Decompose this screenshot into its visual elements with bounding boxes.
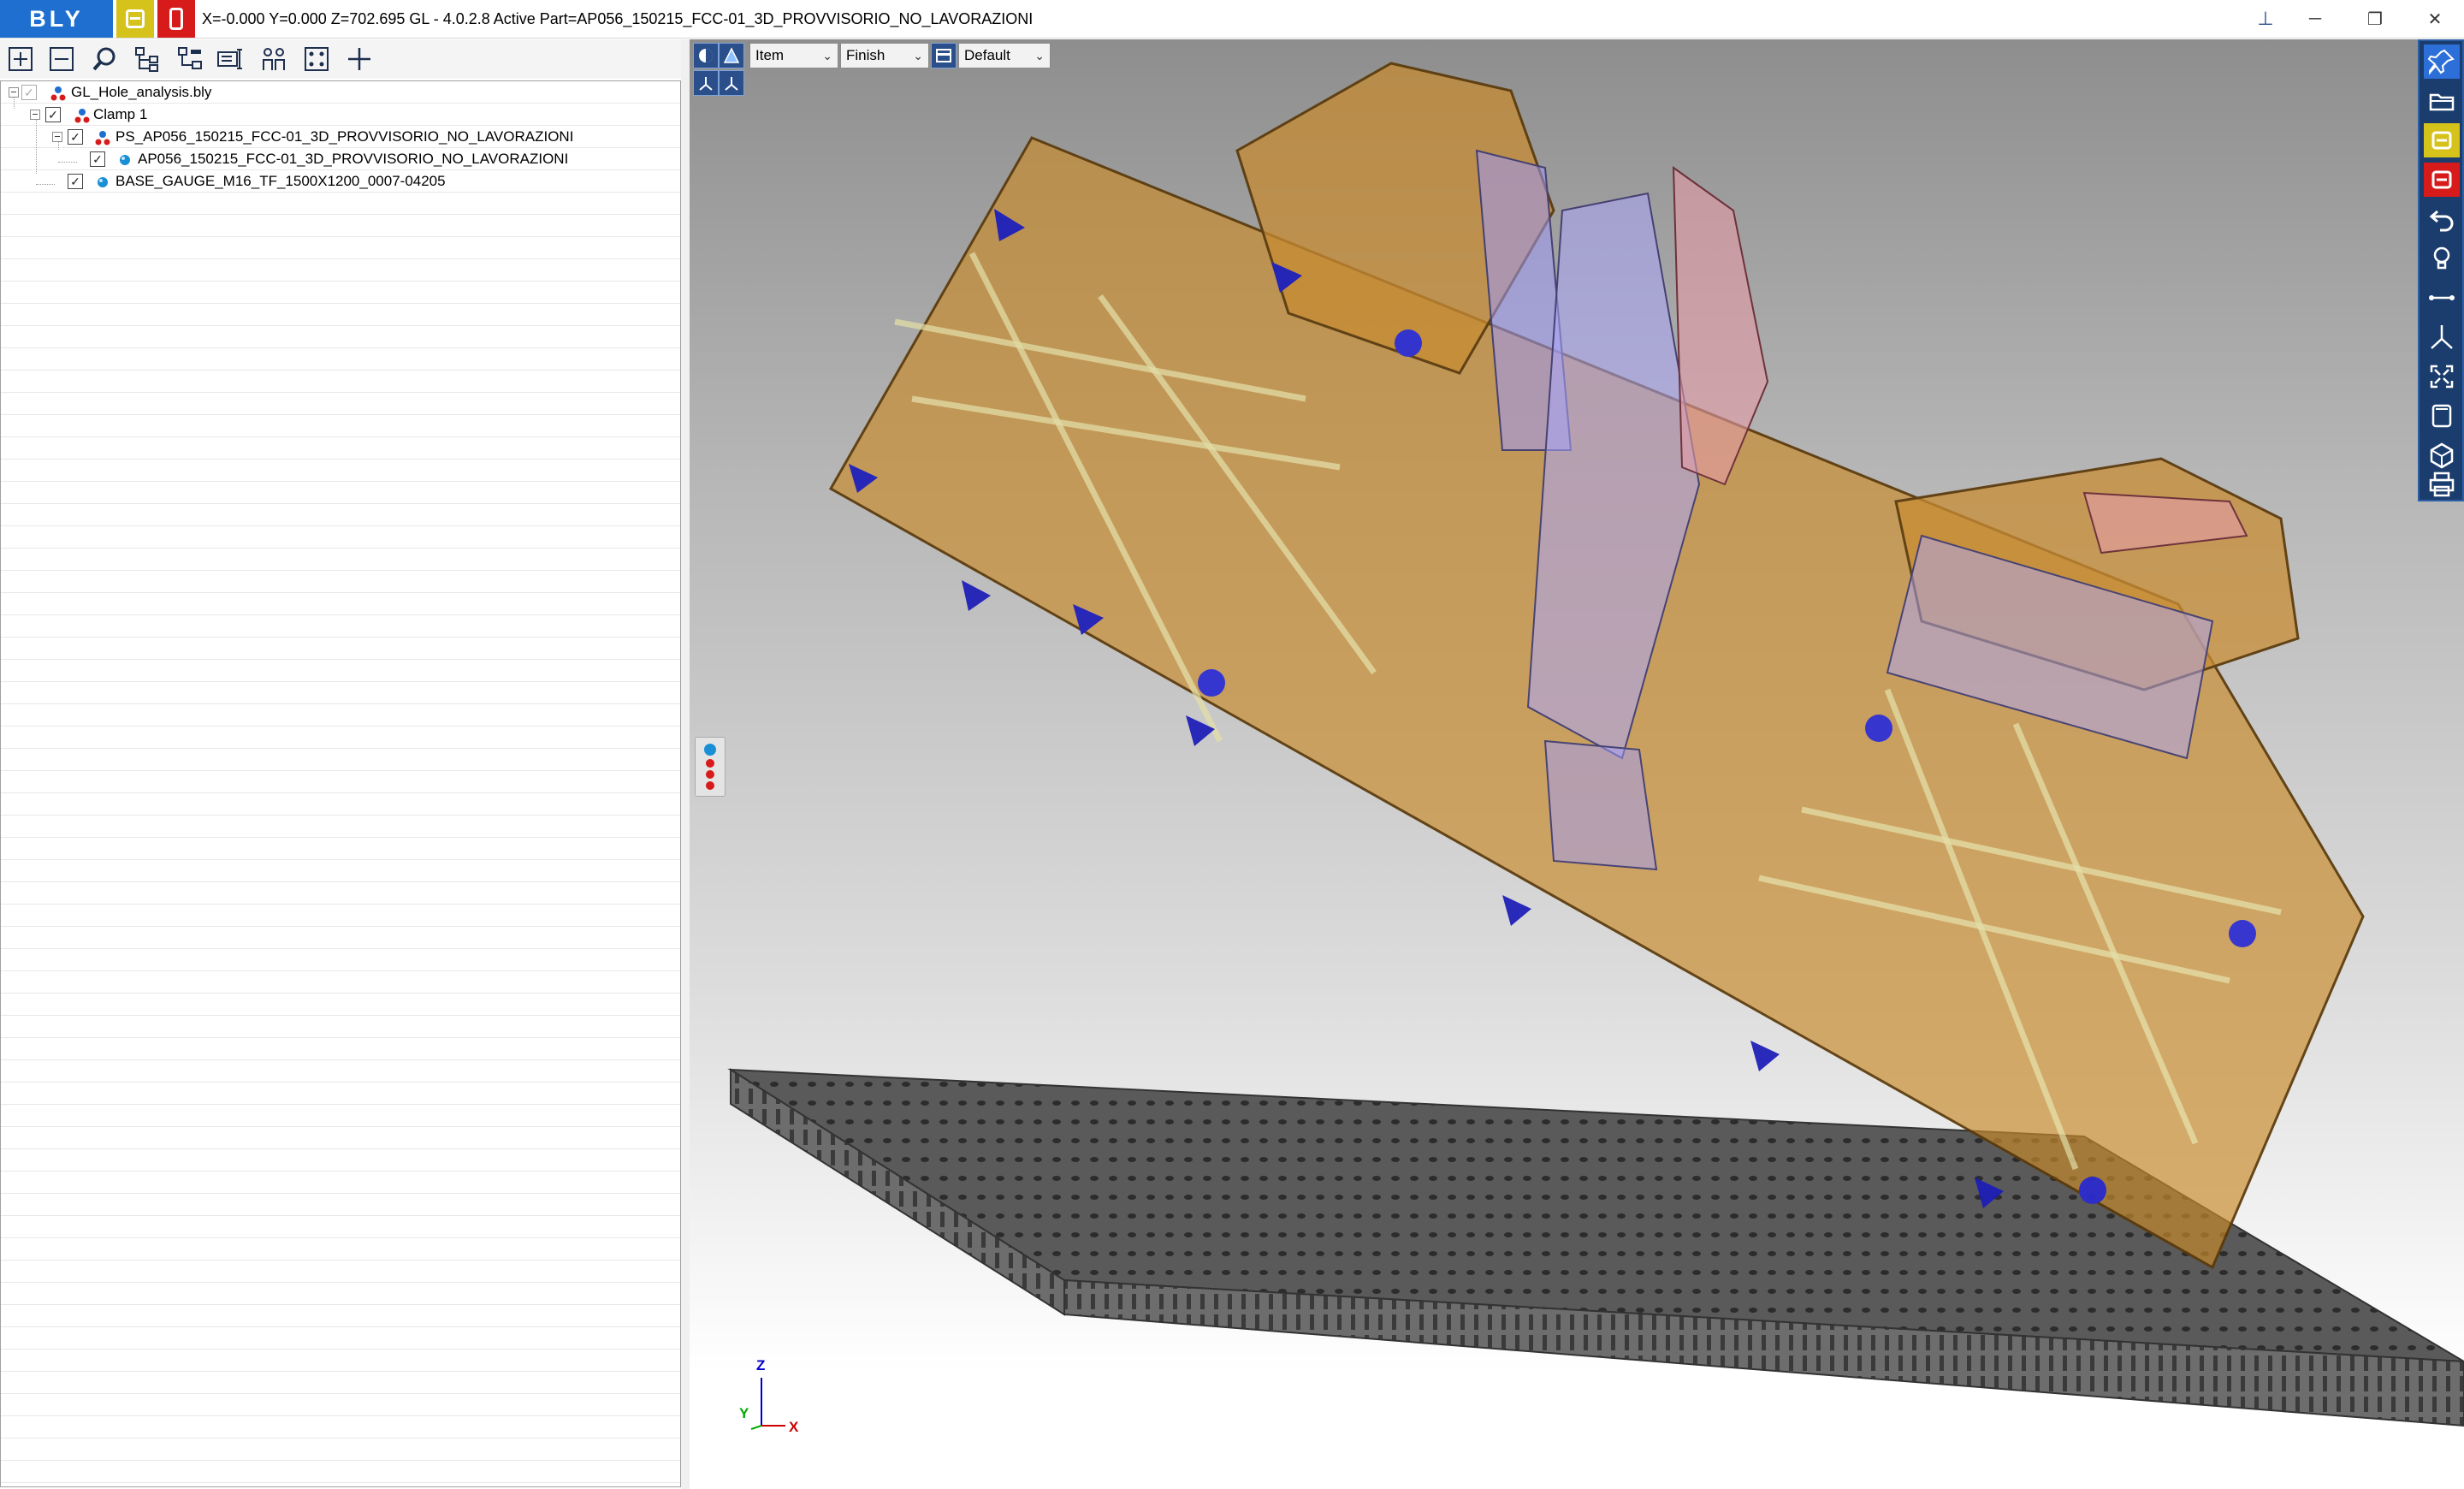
3d-viewport[interactable]: Item ⌄ Finish ⌄ Default ⌄ Z Y X [690,39,2464,1489]
axis-triad: Z Y X [727,1357,830,1477]
panel-icon [126,9,145,28]
pin-indicator-icon[interactable]: ⊥ [2247,3,2284,34]
part-icon [120,155,130,165]
view-style-icon[interactable] [931,43,957,68]
pin-icon[interactable] [2424,44,2460,79]
y-axis-label: Y [739,1405,749,1421]
minimize-button[interactable]: ─ [2286,0,2344,38]
axis-icon[interactable] [2424,320,2460,354]
x-axis-label: X [789,1419,799,1435]
selection-mode-value: Item [755,47,785,63]
visibility-checkbox[interactable]: ✓ [45,107,61,122]
tree-item[interactable]: ✓ PS_AP056_150215_FCC-01_3D_PROVVISORIO_… [1,126,682,148]
yellow-panel-icon[interactable] [2424,123,2460,157]
chevron-down-icon: ⌄ [822,49,832,62]
tree-item[interactable]: ✓ Clamp 1 [1,104,682,126]
transparency-icon[interactable] [719,43,744,68]
viewport-toolbar: Item ⌄ Finish ⌄ Default ⌄ [690,39,1051,99]
folder-icon[interactable] [2424,84,2460,118]
frame-icon[interactable] [2424,399,2460,433]
part-icon [98,177,108,187]
title-bar: BLY X=-0.000 Y=0.000 Z=702.695 GL - 4.0.… [0,0,2464,39]
red-panel-icon[interactable] [2424,163,2460,197]
app-logo[interactable]: BLY [0,0,113,38]
search-icon[interactable] [87,43,121,75]
tree-item-label: GL_Hole_analysis.bly [71,84,212,100]
window-title: X=-0.000 Y=0.000 Z=702.695 GL - 4.0.2.8 … [202,10,1034,27]
chevron-down-icon: ⌄ [913,49,923,62]
assembly-icon [95,131,110,145]
yellow-toolbar-button[interactable] [116,0,154,38]
tree-item-label: BASE_GAUGE_M16_TF_1500X1200_0007-04205 [116,173,446,189]
chevron-down-icon: ⌄ [1034,49,1045,62]
collapse-toggle[interactable] [30,110,40,120]
shading-icon[interactable] [693,43,719,68]
lightbulb-icon[interactable] [2424,241,2460,276]
fit-view-icon[interactable] [2424,359,2460,394]
tree-item-label: PS_AP056_150215_FCC-01_3D_PROVVISORIO_NO… [116,128,574,145]
right-toolbar [2418,39,2464,501]
selection-box-icon[interactable] [299,43,334,75]
tree-properties-icon[interactable] [214,43,248,75]
tree-hierarchy-icon[interactable] [130,43,164,75]
visibility-checkbox[interactable]: ✓ [68,174,83,189]
z-axis-label: Z [756,1357,766,1373]
assembly-icon [74,109,90,123]
panel-icon [169,8,183,30]
maximize-button[interactable]: ❐ [2346,0,2404,38]
visibility-checkbox[interactable]: ✓ [68,129,83,145]
expand-all-icon[interactable] [3,43,38,75]
collapse-all-icon[interactable] [44,43,79,75]
undo-icon[interactable] [2424,202,2460,236]
view-style-dropdown[interactable]: Default ⌄ [958,43,1051,68]
collapse-toggle[interactable] [9,87,19,98]
3d-scene[interactable] [690,39,2464,1489]
red-toolbar-button[interactable] [157,0,195,38]
tree-toolbar [0,39,684,79]
users-icon[interactable] [257,43,291,75]
visibility-checkbox[interactable]: ✓ [90,151,105,167]
view-style-value: Default [964,47,1010,63]
tree-item[interactable]: ✓ GL_Hole_analysis.bly [1,81,682,104]
axis-view-alt-icon[interactable] [719,70,744,96]
tree-item[interactable]: ✓ AP056_150215_FCC-01_3D_PROVVISORIO_NO_… [1,148,682,170]
axis-view-icon[interactable] [693,70,719,96]
print-icon[interactable] [2424,467,2460,501]
assembly-icon [50,86,66,101]
collapse-toggle[interactable] [52,132,62,142]
panel-splitter[interactable] [681,39,690,1489]
close-button[interactable]: ✕ [2406,0,2464,38]
layer-indicator-widget[interactable] [695,737,726,797]
visibility-checkbox[interactable]: ✓ [21,85,37,100]
model-tree: ✓ GL_Hole_analysis.bly ✓ Clamp 1 ✓ PS_AP… [0,80,681,1487]
render-mode-value: Finish [846,47,886,63]
render-mode-dropdown[interactable]: Finish ⌄ [840,43,929,68]
tree-item[interactable]: ✓ BASE_GAUGE_M16_TF_1500X1200_0007-04205 [1,170,682,193]
selection-mode-dropdown[interactable]: Item ⌄ [749,43,838,68]
tree-branch-icon[interactable] [173,43,207,75]
measure-icon[interactable] [2424,281,2460,315]
add-icon[interactable] [342,43,376,75]
tree-item-label: Clamp 1 [93,106,148,122]
tree-item-label: AP056_150215_FCC-01_3D_PROVVISORIO_NO_LA… [138,151,569,167]
